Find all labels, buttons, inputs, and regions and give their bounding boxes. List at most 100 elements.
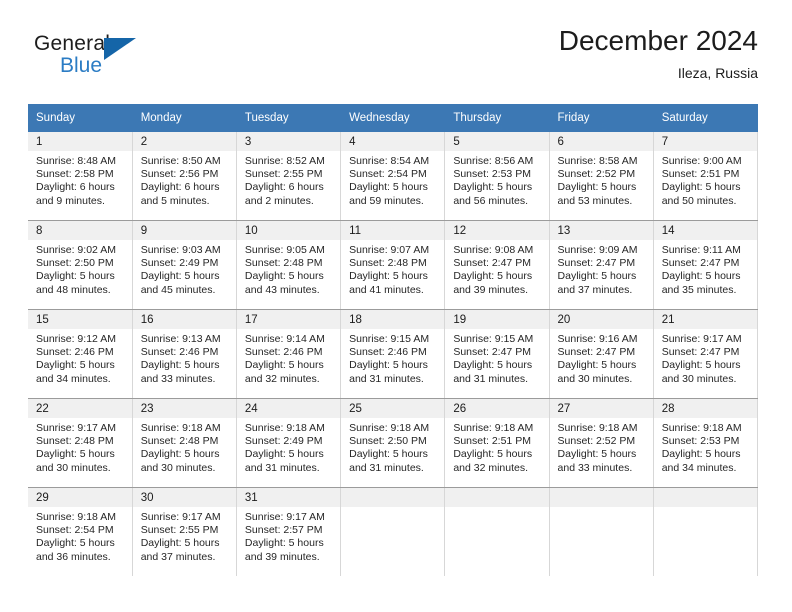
day-cell[interactable]: 30 Sunrise: 9:17 AM Sunset: 2:55 PM Dayligh… bbox=[132, 487, 237, 576]
daylight-text-line2: and 43 minutes. bbox=[244, 283, 320, 296]
daylight-text-line1: Daylight: 6 hours bbox=[36, 181, 115, 194]
daylight-text-line2: and 34 minutes. bbox=[36, 372, 111, 385]
daylight-text-line1: Daylight: 5 hours bbox=[244, 359, 324, 372]
daylight-text-line2: and 48 minutes. bbox=[36, 283, 111, 296]
sunrise-text: Sunrise: 9:18 AM bbox=[244, 422, 325, 434]
sunrise-text: Sunrise: 9:11 AM bbox=[661, 244, 741, 256]
sunset-text: Sunset: 2:46 PM bbox=[349, 346, 427, 359]
day-cell[interactable]: 28 Sunrise: 9:18 AM Sunset: 2:53 PM Dayligh… bbox=[653, 398, 759, 488]
day-details: Sunrise: 9:02 AM Sunset: 2:50 PM Daylight:… bbox=[28, 240, 132, 297]
day-cell[interactable]: 15 Sunrise: 9:12 AM Sunset: 2:46 PM Dayligh… bbox=[28, 309, 133, 399]
day-number: 25 bbox=[341, 399, 445, 418]
daylight-text-line2: and 56 minutes. bbox=[453, 194, 529, 207]
calendar-page: General Blue December 2024 Ileza, Russia… bbox=[0, 0, 792, 612]
weekday-header-thursday: Thursday bbox=[444, 104, 550, 132]
day-cell[interactable]: 21 Sunrise: 9:17 AM Sunset: 2:47 PM Dayligh… bbox=[653, 309, 759, 399]
daylight-text-line2: and 41 minutes. bbox=[349, 283, 424, 296]
day-details: Sunrise: 9:11 AM Sunset: 2:47 PM Daylight:… bbox=[654, 240, 757, 297]
day-cell[interactable]: 20 Sunrise: 9:16 AM Sunset: 2:47 PM Dayligh… bbox=[549, 309, 654, 399]
sunset-text: Sunset: 2:48 PM bbox=[36, 435, 114, 448]
day-cell[interactable]: 16 Sunrise: 9:13 AM Sunset: 2:46 PM Dayligh… bbox=[132, 309, 237, 399]
day-cell[interactable]: 22 Sunrise: 9:17 AM Sunset: 2:48 PM Dayligh… bbox=[28, 398, 133, 488]
daylight-text-line1: Daylight: 5 hours bbox=[349, 270, 428, 283]
sunrise-text: Sunrise: 9:14 AM bbox=[244, 333, 325, 345]
day-number: 7 bbox=[653, 132, 757, 151]
day-cell[interactable]: 6 Sunrise: 8:58 AM Sunset: 2:52 PM Daylight… bbox=[549, 132, 654, 221]
daylight-text-line2: and 36 minutes. bbox=[36, 550, 111, 563]
sunset-text: Sunset: 2:51 PM bbox=[453, 435, 531, 448]
day-cell[interactable]: 31 Sunrise: 9:17 AM Sunset: 2:57 PM Dayligh… bbox=[236, 487, 342, 576]
day-number: 2 bbox=[132, 132, 236, 151]
day-cell[interactable]: 8 Sunrise: 9:02 AM Sunset: 2:50 PM Daylight… bbox=[28, 220, 133, 310]
daylight-text-line2: and 35 minutes. bbox=[661, 283, 737, 296]
day-cell[interactable]: 10 Sunrise: 9:05 AM Sunset: 2:48 PM Dayligh… bbox=[236, 220, 342, 310]
day-cell[interactable]: 13 Sunrise: 9:09 AM Sunset: 2:47 PM Dayligh… bbox=[549, 220, 654, 310]
triangle-icon bbox=[104, 38, 136, 60]
day-cell-empty bbox=[549, 487, 654, 576]
day-cell[interactable]: 18 Sunrise: 9:15 AM Sunset: 2:46 PM Dayligh… bbox=[340, 309, 446, 399]
sunrise-text: Sunrise: 9:18 AM bbox=[36, 511, 116, 523]
day-cell[interactable]: 3 Sunrise: 8:52 AM Sunset: 2:55 PM Daylight… bbox=[236, 132, 342, 221]
day-cell[interactable]: 9 Sunrise: 9:03 AM Sunset: 2:49 PM Daylight… bbox=[132, 220, 237, 310]
day-cell[interactable]: 23 Sunrise: 9:18 AM Sunset: 2:48 PM Dayligh… bbox=[132, 398, 237, 488]
day-cell[interactable]: 14 Sunrise: 9:11 AM Sunset: 2:47 PM Dayligh… bbox=[653, 220, 759, 310]
day-number: 11 bbox=[341, 221, 445, 240]
day-cell[interactable]: 4 Sunrise: 8:54 AM Sunset: 2:54 PM Daylight… bbox=[340, 132, 446, 221]
day-details: Sunrise: 9:18 AM Sunset: 2:48 PM Daylight:… bbox=[133, 418, 236, 475]
day-number: 27 bbox=[549, 399, 653, 418]
location-subtitle: Ileza, Russia bbox=[677, 65, 758, 81]
sunset-text: Sunset: 2:47 PM bbox=[557, 346, 636, 359]
day-number: 5 bbox=[445, 132, 549, 151]
day-details: Sunrise: 9:18 AM Sunset: 2:52 PM Daylight:… bbox=[550, 418, 653, 475]
sunrise-text: Sunrise: 9:18 AM bbox=[453, 422, 534, 434]
sunrise-text: Sunrise: 9:12 AM bbox=[36, 333, 116, 345]
day-cell[interactable]: 11 Sunrise: 9:07 AM Sunset: 2:48 PM Dayligh… bbox=[340, 220, 446, 310]
day-cell[interactable]: 25 Sunrise: 9:18 AM Sunset: 2:50 PM Dayligh… bbox=[340, 398, 446, 488]
sunset-text: Sunset: 2:47 PM bbox=[557, 257, 636, 270]
sunset-text: Sunset: 2:47 PM bbox=[661, 257, 740, 270]
sunset-text: Sunset: 2:50 PM bbox=[36, 257, 114, 270]
sunrise-text: Sunrise: 8:56 AM bbox=[453, 155, 534, 167]
day-cell[interactable]: 26 Sunrise: 9:18 AM Sunset: 2:51 PM Dayligh… bbox=[444, 398, 550, 488]
day-cell[interactable]: 17 Sunrise: 9:14 AM Sunset: 2:46 PM Dayligh… bbox=[236, 309, 342, 399]
day-cell[interactable]: 5 Sunrise: 8:56 AM Sunset: 2:53 PM Daylight… bbox=[444, 132, 550, 221]
daylight-text-line1: Daylight: 5 hours bbox=[661, 359, 741, 372]
day-details: Sunrise: 9:09 AM Sunset: 2:47 PM Daylight:… bbox=[550, 240, 653, 297]
day-cell[interactable]: 12 Sunrise: 9:08 AM Sunset: 2:47 PM Dayligh… bbox=[444, 220, 550, 310]
sunrise-text: Sunrise: 9:07 AM bbox=[349, 244, 430, 256]
day-number: 13 bbox=[549, 221, 653, 240]
sunrise-text: Sunrise: 9:17 AM bbox=[244, 511, 325, 523]
sunset-text: Sunset: 2:50 PM bbox=[349, 435, 427, 448]
day-number: 12 bbox=[445, 221, 549, 240]
day-cell[interactable]: 27 Sunrise: 9:18 AM Sunset: 2:52 PM Dayligh… bbox=[549, 398, 654, 488]
sunset-text: Sunset: 2:49 PM bbox=[244, 435, 323, 448]
daylight-text-line1: Daylight: 5 hours bbox=[36, 537, 115, 550]
general-blue-logo[interactable]: General Blue bbox=[34, 32, 174, 84]
day-details: Sunrise: 9:15 AM Sunset: 2:47 PM Daylight:… bbox=[445, 329, 548, 386]
daylight-text-line1: Daylight: 6 hours bbox=[140, 181, 220, 194]
daylight-text-line2: and 9 minutes. bbox=[36, 194, 105, 207]
sunset-text: Sunset: 2:48 PM bbox=[244, 257, 323, 270]
day-details: Sunrise: 9:14 AM Sunset: 2:46 PM Daylight:… bbox=[237, 329, 340, 386]
daylight-text-line1: Daylight: 5 hours bbox=[349, 181, 428, 194]
day-cell[interactable]: 19 Sunrise: 9:15 AM Sunset: 2:47 PM Dayligh… bbox=[444, 309, 550, 399]
day-cell[interactable]: 1 Sunrise: 8:48 AM Sunset: 2:58 PM Daylight… bbox=[28, 132, 133, 221]
title-block: December 2024 Ileza, Russia bbox=[559, 24, 758, 83]
day-cell[interactable]: 7 Sunrise: 9:00 AM Sunset: 2:51 PM Daylight… bbox=[653, 132, 759, 221]
sunrise-text: Sunrise: 8:54 AM bbox=[349, 155, 430, 167]
logo-text-blue: Blue bbox=[60, 54, 103, 77]
day-details: Sunrise: 8:48 AM Sunset: 2:58 PM Daylight:… bbox=[28, 151, 132, 208]
daylight-text-line1: Daylight: 5 hours bbox=[244, 537, 324, 550]
day-cell[interactable]: 2 Sunrise: 8:50 AM Sunset: 2:56 PM Daylight… bbox=[132, 132, 237, 221]
day-cell[interactable]: 29 Sunrise: 9:18 AM Sunset: 2:54 PM Dayligh… bbox=[28, 487, 133, 576]
day-details: Sunrise: 9:18 AM Sunset: 2:51 PM Daylight:… bbox=[445, 418, 548, 475]
day-cell[interactable]: 24 Sunrise: 9:18 AM Sunset: 2:49 PM Dayligh… bbox=[236, 398, 342, 488]
day-number: 8 bbox=[28, 221, 132, 240]
page-header: General Blue December 2024 Ileza, Russia bbox=[28, 24, 758, 94]
daylight-text-line2: and 39 minutes. bbox=[244, 550, 320, 563]
day-number bbox=[653, 488, 757, 507]
day-number: 17 bbox=[236, 310, 341, 329]
day-details: Sunrise: 9:17 AM Sunset: 2:47 PM Daylight:… bbox=[654, 329, 757, 386]
weekday-header-tuesday: Tuesday bbox=[236, 104, 342, 132]
day-details: Sunrise: 8:50 AM Sunset: 2:56 PM Daylight:… bbox=[133, 151, 236, 208]
